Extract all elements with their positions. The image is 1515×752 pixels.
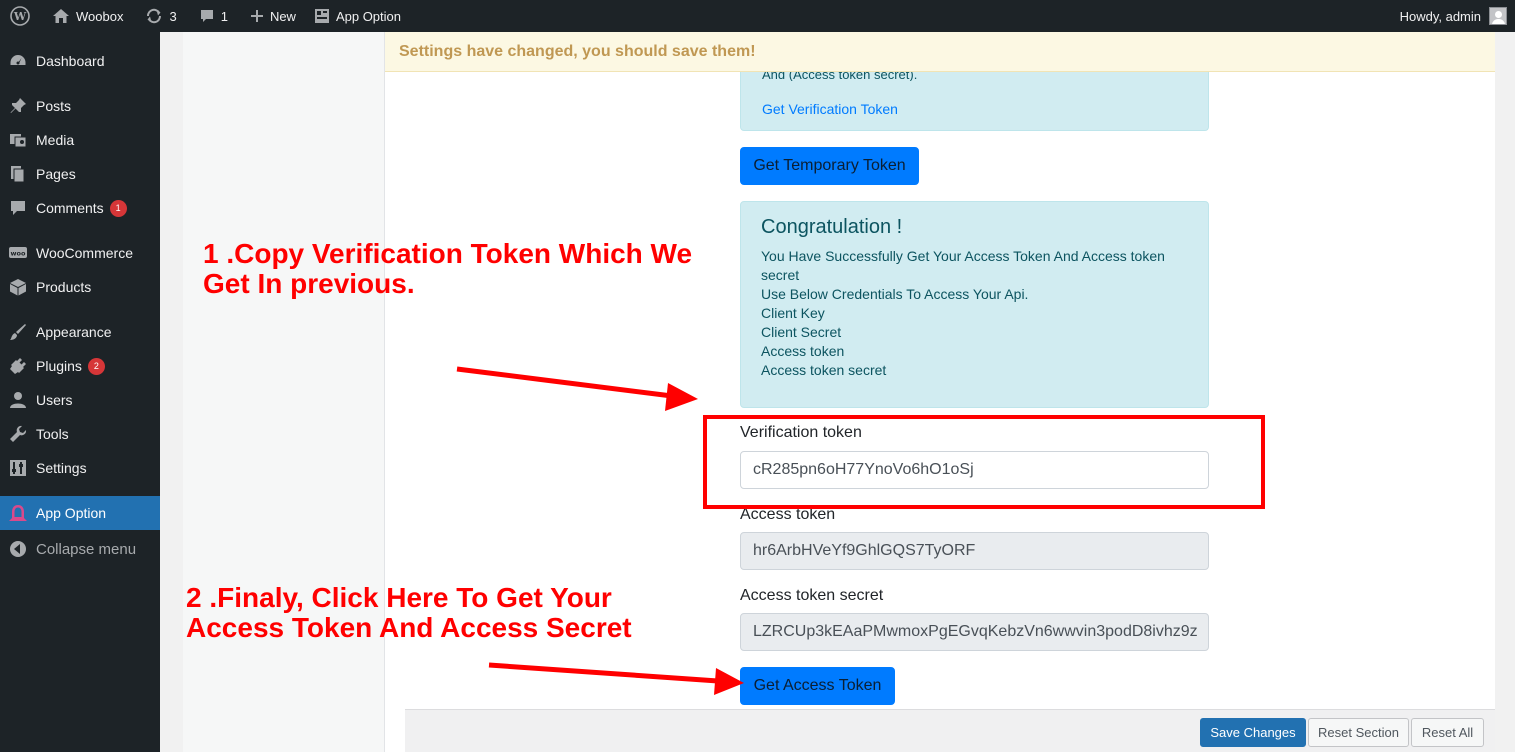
congratulation-line: Access token secret — [761, 362, 887, 378]
sidebar-item-comments[interactable]: Comments 1 — [0, 191, 160, 225]
admin-bar: W Woobox 3 1 New App Option Howdy, admin — [0, 0, 1515, 32]
reset-section-button[interactable]: Reset Section — [1308, 718, 1409, 747]
congratulation-line: Client Key — [761, 305, 825, 321]
brush-icon — [0, 323, 36, 341]
sidebar-item-label: Collapse menu — [36, 540, 137, 558]
svg-text:woo: woo — [11, 250, 26, 258]
get-temporary-token-button[interactable]: Get Temporary Token — [740, 147, 919, 185]
pages-icon — [0, 165, 36, 183]
woo-icon: woo — [0, 245, 36, 261]
annotation-step-2: 2 .Finaly, Click Here To Get Your Access… — [186, 582, 632, 643]
access-token-input[interactable]: hr6ArbHVeYf9GhlGQS7TyORF — [740, 532, 1209, 570]
sidebar-item-dashboard[interactable]: Dashboard — [0, 44, 160, 78]
sidebar-item-label: Media — [36, 132, 75, 148]
access-token-secret-label: Access token secret — [740, 587, 884, 604]
sidebar-item-label: Users — [36, 392, 73, 408]
sidebar-item-label: Posts — [36, 98, 72, 114]
box-icon — [0, 278, 36, 296]
updates-count: 3 — [169, 8, 177, 24]
comments-count: 1 — [220, 8, 228, 24]
greeting: Howdy, admin — [1399, 8, 1481, 24]
congratulation-line: Use Below Credentials To Access Your Api… — [761, 286, 1029, 302]
sidebar-item-label: Appearance — [36, 324, 112, 340]
sidebar-item-media[interactable]: Media — [0, 123, 160, 157]
access-token-secret-input[interactable]: LZRCUp3kEAaPMwmoxPgEGvqKebzVn6wwvin3podD… — [740, 613, 1209, 651]
sidebar-item-label: Settings — [36, 460, 87, 476]
comments-link[interactable]: 1 — [191, 0, 236, 32]
annotation-step-1: 1 .Copy Verification Token Which We Get … — [203, 238, 693, 299]
congratulation-title: Congratulation ! — [761, 216, 903, 238]
sliders-icon — [0, 459, 36, 477]
wordpress-logo-icon[interactable]: W — [0, 0, 38, 32]
congratulation-line: You Have Successfully Get Your Access To… — [761, 248, 1165, 283]
sidebar-item-appearance[interactable]: Appearance — [0, 315, 160, 349]
updates-link[interactable]: 3 — [137, 0, 184, 32]
sidebar-item-label: WooCommerce — [36, 245, 133, 261]
plugins-badge: 2 — [87, 357, 105, 375]
sidebar-item-label: Products — [36, 279, 92, 295]
svg-text:W: W — [13, 10, 27, 23]
collapse-icon — [0, 540, 36, 558]
sidebar-item-products[interactable]: Products — [0, 270, 160, 304]
sidebar-item-tools[interactable]: Tools — [0, 417, 160, 451]
app-option-link[interactable]: App Option — [306, 0, 409, 32]
site-name: Woobox — [76, 8, 124, 24]
sidebar-item-settings[interactable]: Settings — [0, 451, 160, 485]
new-content-link[interactable]: New — [242, 0, 304, 32]
verification-info-box: And (Access token secret). Get Verificat… — [740, 71, 1209, 131]
my-account[interactable]: Howdy, admin — [1400, 0, 1507, 32]
sidebar-item-woocommerce[interactable]: woo WooCommerce — [0, 236, 160, 270]
avatar — [1489, 7, 1507, 25]
congratulation-line: Access token — [761, 343, 845, 359]
media-icon — [0, 131, 36, 149]
get-verification-token-link[interactable]: Get Verification Token — [762, 101, 898, 117]
sidebar-item-users[interactable]: Users — [0, 383, 160, 417]
pushpin-icon — [0, 97, 36, 115]
updates-icon — [147, 8, 162, 24]
sidebar-item-label: Pages — [36, 166, 76, 182]
sidebar-item-app-option[interactable]: App Option — [0, 496, 160, 530]
sidebar-item-plugins[interactable]: Plugins 2 — [0, 349, 160, 383]
comments-badge: 1 — [109, 199, 127, 217]
app-option-small-icon — [314, 9, 329, 23]
congratulation-box: Congratulation ! You Have Successfully G… — [740, 201, 1209, 408]
new-label: New — [269, 8, 296, 24]
settings-changed-notice: Settings have changed, you should save t… — [385, 32, 1495, 72]
settings-section-nav — [183, 32, 385, 752]
sidebar-item-label: App Option — [36, 505, 107, 521]
save-changes-button[interactable]: Save Changes — [1200, 718, 1306, 747]
reset-all-button[interactable]: Reset All — [1411, 718, 1484, 747]
comment-bubble-icon — [200, 10, 213, 22]
app-option-label: App Option — [335, 8, 401, 24]
congratulation-line: Client Secret — [761, 324, 842, 340]
plug-icon — [0, 357, 36, 375]
sidebar-item-label: Comments — [36, 200, 104, 216]
verification-highlight-box — [703, 415, 1265, 509]
app-option-icon — [0, 503, 36, 523]
sidebar-item-label: Tools — [36, 426, 69, 442]
plus-icon — [250, 10, 263, 22]
sidebar-item-pages[interactable]: Pages — [0, 157, 160, 191]
comment-icon — [0, 199, 36, 217]
sidebar-item-label: Plugins — [36, 358, 82, 374]
dashboard-icon — [0, 52, 36, 70]
cut-off-text: And (Access token secret). — [762, 71, 918, 81]
sidebar-collapse-menu[interactable]: Collapse menu — [0, 532, 160, 566]
get-access-token-button[interactable]: Get Access Token — [740, 667, 895, 705]
wrench-icon — [0, 425, 36, 443]
home-icon — [53, 9, 69, 23]
sidebar-item-label: Dashboard — [36, 53, 105, 69]
site-name-link[interactable]: Woobox — [44, 0, 131, 32]
admin-sidebar: Dashboard Posts Media Pages Comments 1 w… — [0, 32, 160, 752]
sidebar-item-posts[interactable]: Posts — [0, 89, 160, 123]
user-icon — [0, 391, 36, 409]
